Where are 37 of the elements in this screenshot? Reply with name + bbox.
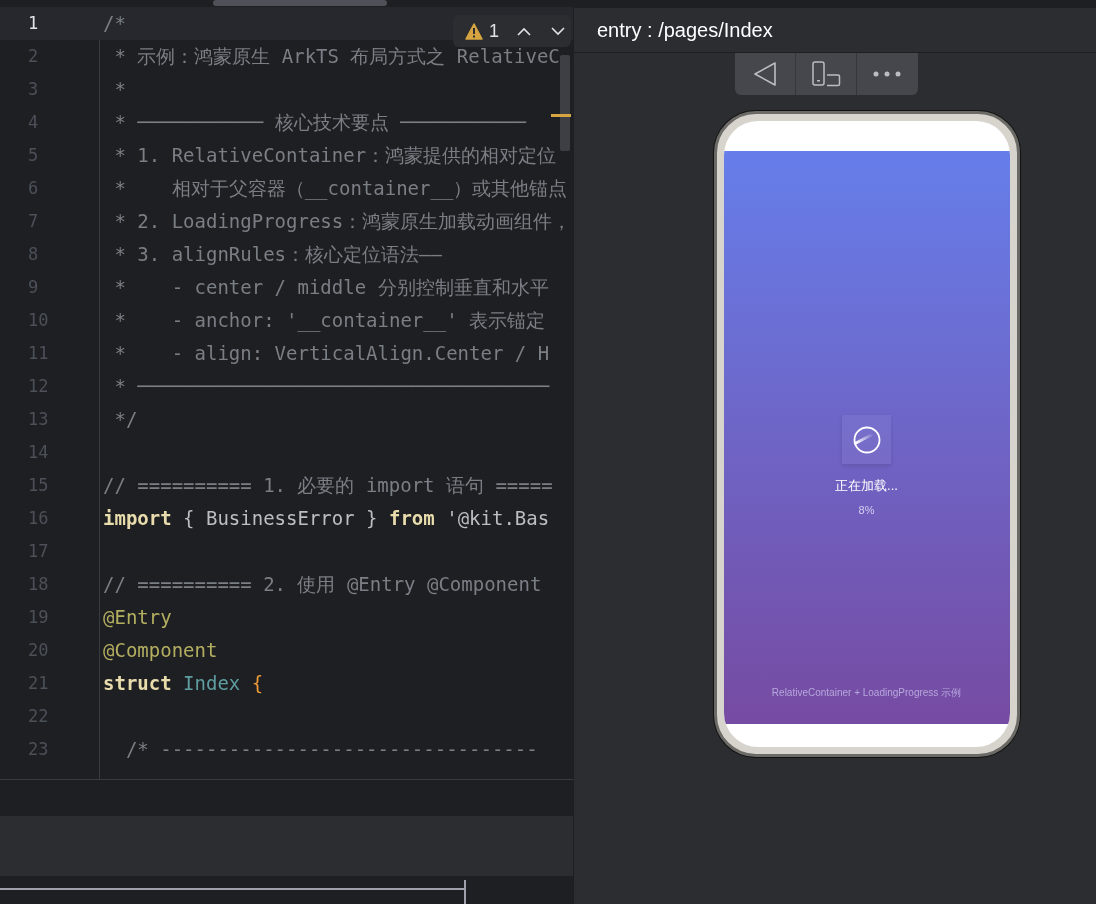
preview-title: entry : /pages/Index [597, 18, 773, 43]
code-line: * 1. RelativeContainer：鸿蒙提供的相对定位 [113, 143, 557, 168]
code-line: * ──────────────────────────────────── [113, 374, 550, 399]
warning-count: 1 [489, 19, 499, 43]
code-line: struct Index { [102, 671, 264, 696]
back-triangle-icon [751, 61, 778, 87]
chevron-up-icon[interactable] [517, 26, 531, 36]
code-line: import { BusinessError } from '@kit.Bas [102, 506, 550, 531]
line-number: 1 [0, 7, 100, 40]
code-line: * - center / middle 分别控制垂直和水平 [113, 275, 549, 300]
inspection-widget[interactable]: 1 [453, 15, 571, 47]
code-line: * - anchor: '__container__' 表示锚定 [113, 308, 546, 334]
warning-icon [465, 22, 483, 40]
code-line: @Entry [102, 605, 172, 630]
code-line: * [113, 77, 126, 102]
more-icon [873, 71, 901, 77]
progress-percent: 8% [858, 502, 875, 518]
code-line: @Component [102, 638, 218, 663]
code-line: * 相对于父容器（__container__）或其他锚点 [113, 176, 568, 202]
scrollbar-thumb[interactable] [213, 0, 387, 6]
code-line: /* [102, 11, 126, 36]
warning-marker[interactable] [551, 114, 571, 117]
loading-text: 正在加载... [835, 477, 898, 495]
code-line: * 示例：鸿蒙原生 ArkTS 布局方式之 RelativeC [113, 44, 560, 69]
code-line: /* --------------------------------- [124, 737, 538, 762]
code-line: * ─────────── 核心技术要点 ─────────── [113, 110, 526, 135]
code-line: * - align: VerticalAlign.Center / H [113, 341, 550, 366]
code-line: * 3. alignRules：核心定位语法—— [113, 242, 442, 267]
footer-caption: RelativeContainer + LoadingProgress 示例 [770, 686, 963, 700]
code-line: */ [113, 407, 138, 432]
code-line: // ========== 1. 必要的 import 语句 ===== [102, 473, 553, 498]
chevron-down-icon[interactable] [551, 26, 565, 36]
scrollbar-thumb[interactable] [560, 55, 570, 151]
code-line: // ========== 2. 使用 @Entry @Component [102, 572, 542, 597]
code-line: * 2. LoadingProgress：鸿蒙原生加载动画组件， [113, 209, 572, 234]
spinner-icon [851, 424, 882, 455]
rotate-device-icon [810, 61, 841, 87]
